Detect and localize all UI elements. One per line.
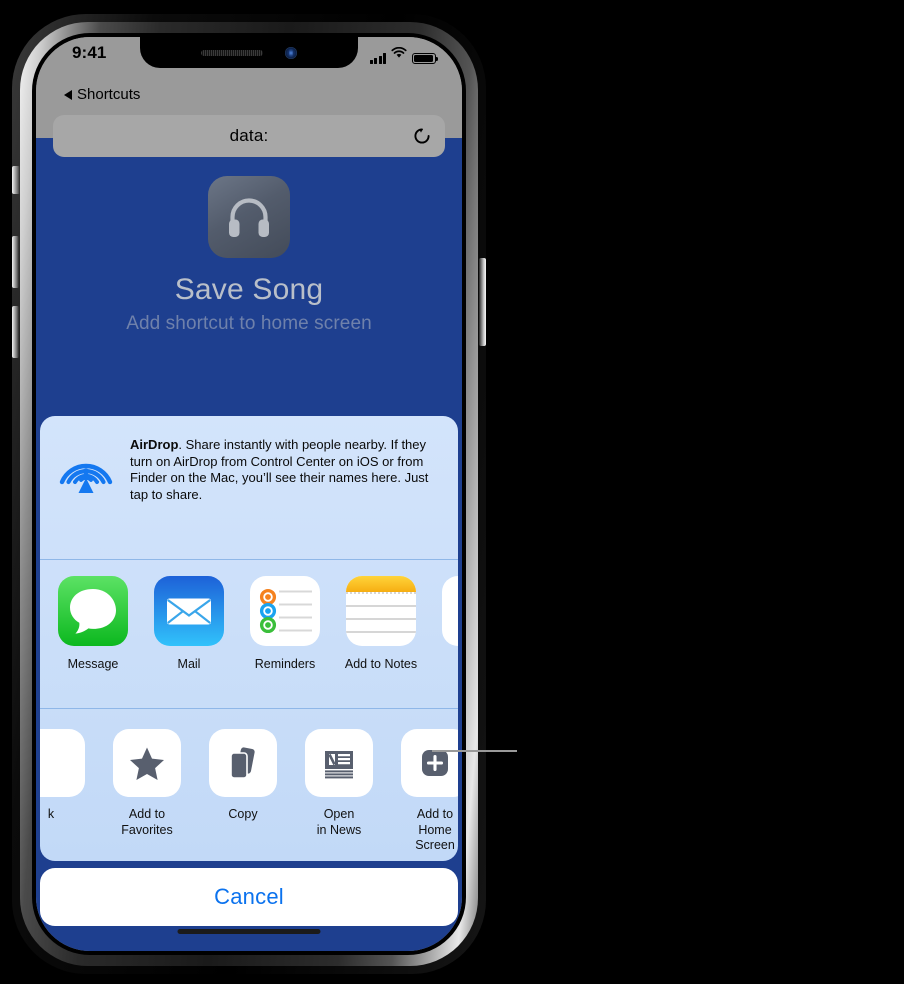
notes-app-icon [346,576,416,646]
share-action-label: Copy [228,807,258,821]
news-icon [325,751,353,779]
back-triangle-icon [64,89,72,100]
share-app-label: Add to Notes [344,657,418,671]
share-app-label: Mail [177,657,201,671]
news-icon-tile [305,729,373,797]
share-app-mail[interactable]: Mail [152,576,226,672]
share-action-label: Open in News [316,807,362,837]
web-page-content: Save Song Add shortcut to home screen Ai… [36,138,462,951]
back-to-shortcuts-link[interactable]: Shortcuts [64,86,140,103]
share-app-add-to-notes[interactable]: Add to Notes [344,576,418,672]
volume-up-button[interactable] [12,236,19,288]
page-subtitle: Add shortcut to home screen [126,313,372,334]
home-indicator[interactable] [177,928,321,934]
mail-app-icon [154,576,224,646]
earpiece-speaker-icon [201,49,263,56]
back-link-label: Shortcuts [77,86,141,103]
share-action-label: Add to Favorites [121,807,173,837]
star-icon-tile [113,729,181,797]
partial-app-icon [442,576,458,646]
messages-app-icon [58,576,128,646]
headphones-icon [208,176,290,258]
share-action-add-to-home-screen[interactable]: Add to Home Screen [398,729,458,854]
front-camera-icon [285,46,297,59]
device-notch [140,37,358,68]
share-apps-scroller[interactable]: Message Mail Reminders Add to Notes [56,560,458,708]
share-sheet-card: AirDrop. Share instantly with people nea… [40,416,458,861]
share-apps-row[interactable]: Message Mail Reminders Add to Notes [40,560,458,709]
page-title: Save Song [174,273,324,306]
callout-leader-line [432,750,517,752]
phone-screen: Shortcuts data: 9:41 Save Song Add short… [36,37,462,951]
share-action-add-to-favorites[interactable]: Add to Favorites [110,729,184,838]
address-bar[interactable]: data: [53,115,445,157]
share-app-label: Reminders [254,657,316,671]
share-sheet: AirDrop. Share instantly with people nea… [40,416,458,947]
partial-bookmark-icon [40,729,85,797]
airdrop-section[interactable]: AirDrop. Share instantly with people nea… [40,416,458,560]
share-action-label: k [47,807,55,821]
share-action-label: Add to Home Screen [415,807,455,852]
airdrop-name: AirDrop [130,437,179,452]
share-actions-scroller[interactable]: k Add to Favorites Copy Open in News Add… [40,709,458,861]
share-app-reminders[interactable]: Reminders [248,576,322,672]
star-icon [130,747,164,780]
cancel-button-label: Cancel [214,884,284,909]
power-side-button[interactable] [479,258,486,346]
share-app-message[interactable]: Message [56,576,130,672]
airdrop-description: AirDrop. Share instantly with people nea… [130,433,444,503]
share-action-copy[interactable]: Copy [206,729,280,823]
share-app-partial[interactable] [440,576,458,657]
copy-icon-tile [209,729,277,797]
reminders-app-icon [250,576,320,646]
share-action-partial-bookmark[interactable]: k [40,729,88,823]
plus-square-icon [422,750,448,776]
shortcut-hero: Save Song Add shortcut to home screen [36,138,462,400]
share-action-open-in-news[interactable]: Open in News [302,729,376,838]
volume-down-button[interactable] [12,306,19,358]
plus-square-icon-tile [401,729,458,797]
share-app-label: Message [67,657,119,671]
silent-switch-button[interactable] [12,166,20,194]
iphone-device-frame: Shortcuts data: 9:41 Save Song Add short… [12,14,486,974]
reload-icon[interactable] [412,126,432,146]
share-actions-row[interactable]: k Add to Favorites Copy Open in News Add… [40,709,458,861]
url-text: data: [229,126,269,145]
airdrop-icon [54,433,118,507]
copy-icon [230,747,255,779]
cancel-button[interactable]: Cancel [40,868,458,926]
